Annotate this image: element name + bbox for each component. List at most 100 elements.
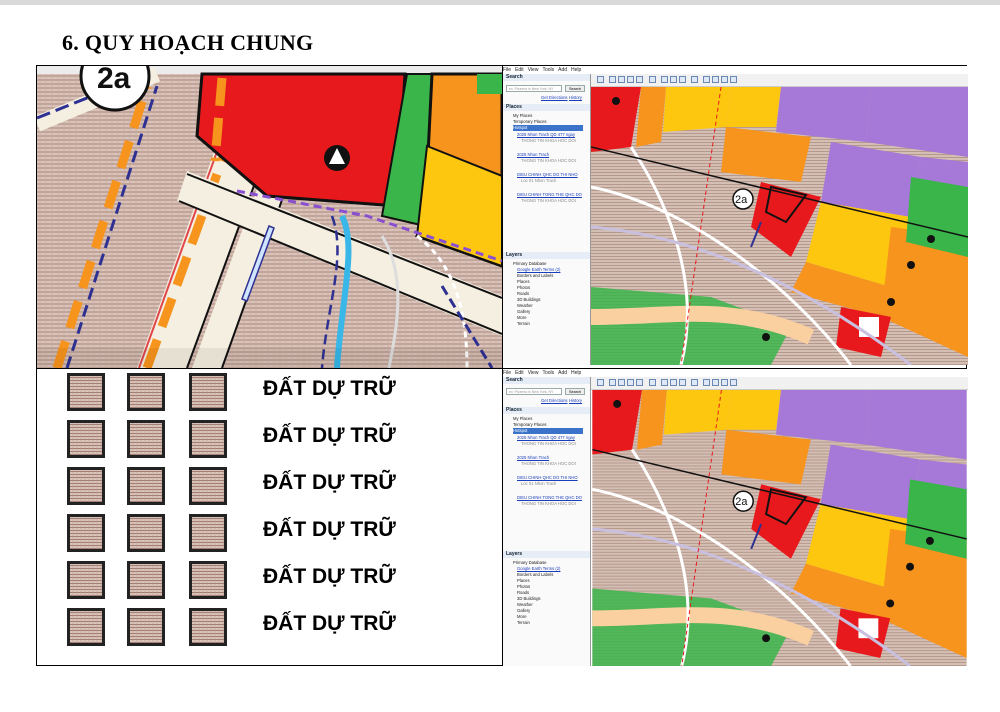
path-icon[interactable] xyxy=(627,76,634,83)
search-header[interactable]: Search xyxy=(503,74,590,81)
menu-edit[interactable]: Edit xyxy=(515,370,524,376)
reserve-land-swatch xyxy=(67,514,105,552)
menu-view[interactable]: View xyxy=(528,67,539,73)
save-image-icon[interactable] xyxy=(721,379,728,386)
zone-label: 2a xyxy=(97,66,131,95)
places-item[interactable]: Loc 01 Nhon Trach xyxy=(521,481,556,487)
search-button[interactable]: Search xyxy=(565,388,585,395)
places-item-selected[interactable]: Hotspot xyxy=(513,428,583,434)
polygon-icon[interactable] xyxy=(618,76,625,83)
reserve-land-swatch xyxy=(189,373,227,411)
places-item[interactable]: THONG TIN KHOA HOC DOI xyxy=(521,461,576,467)
historical-imagery-icon[interactable] xyxy=(661,379,668,386)
placemark-icon[interactable] xyxy=(609,76,616,83)
menu-add[interactable]: Add xyxy=(558,370,567,376)
reserve-land-swatch xyxy=(189,420,227,458)
sidebar-toggle-icon[interactable] xyxy=(597,76,604,83)
zoomed-plan-map[interactable]: 2a xyxy=(37,66,502,368)
menu-file[interactable]: File xyxy=(503,370,511,376)
view-in-maps-icon[interactable] xyxy=(730,76,737,83)
top-divider xyxy=(0,0,1000,5)
sun-icon[interactable] xyxy=(670,379,677,386)
places-item[interactable]: Loc 01 Nhon Trach xyxy=(521,178,556,184)
places-item[interactable]: THONG TIN KHOA HOC DOI xyxy=(521,158,576,164)
ruler-icon[interactable] xyxy=(691,379,698,386)
search-button[interactable]: Search xyxy=(565,85,585,92)
menu-edit[interactable]: Edit xyxy=(515,67,524,73)
get-directions-link[interactable]: Get Directions xyxy=(541,95,568,101)
reserve-land-swatch xyxy=(67,561,105,599)
map-zone-label: 2a xyxy=(735,194,748,206)
figure-table: 2a ĐẤT DỰ TRỮ ĐẤT DỰ TRỮ ĐẤT DỰ TRỮ ĐẤT … xyxy=(36,65,968,666)
layer-item[interactable]: Terrain xyxy=(517,321,530,327)
planet-icon[interactable] xyxy=(679,379,686,386)
legend-label: ĐẤT DỰ TRỮ xyxy=(263,424,396,447)
tour-icon[interactable] xyxy=(649,76,656,83)
save-image-icon[interactable] xyxy=(721,76,728,83)
planet-icon[interactable] xyxy=(679,76,686,83)
google-earth-window-bottom: File Edit View Tools Add Help Search ex: Pizz… xyxy=(503,369,968,666)
planning-map-svg: 2a xyxy=(592,390,967,666)
search-input[interactable]: ex: Pizzeria in New York, NY xyxy=(506,388,562,395)
print-icon[interactable] xyxy=(712,379,719,386)
history-link[interactable]: History xyxy=(569,398,582,404)
reserve-land-swatch xyxy=(67,420,105,458)
menu-add[interactable]: Add xyxy=(558,67,567,73)
menu-tools[interactable]: Tools xyxy=(542,370,554,376)
reserve-land-swatch xyxy=(127,420,165,458)
places-item[interactable]: THONG TIN KHOA HOC DOI xyxy=(521,138,576,144)
search-input[interactable]: ex: Pizzeria in New York, NY xyxy=(506,85,562,92)
places-item[interactable]: THONG TIN KHOA HOC DOI xyxy=(521,198,576,204)
legend-panel: ĐẤT DỰ TRỮ ĐẤT DỰ TRỮ ĐẤT DỰ TRỮ ĐẤT DỰ … xyxy=(37,369,502,666)
historical-imagery-icon[interactable] xyxy=(661,76,668,83)
menu-help[interactable]: Help xyxy=(571,370,581,376)
legend-row: ĐẤT DỰ TRỮ xyxy=(37,463,502,509)
legend-row: ĐẤT DỰ TRỮ xyxy=(37,369,502,415)
reserve-land-swatch xyxy=(127,561,165,599)
sidebar: Search ex: Pizzeria in New York, NY Sear… xyxy=(503,74,591,365)
toolbar xyxy=(591,74,968,87)
map-view[interactable]: 2a xyxy=(591,390,968,666)
sun-icon[interactable] xyxy=(670,76,677,83)
reserve-land-swatch xyxy=(127,373,165,411)
view-in-maps-icon[interactable] xyxy=(730,379,737,386)
reserve-land-swatch xyxy=(67,373,105,411)
search-header[interactable]: Search xyxy=(503,377,590,384)
places-item[interactable]: THONG TIN KHOA HOC DOI xyxy=(521,501,576,507)
places-item[interactable]: THONG TIN KHOA HOC DOI xyxy=(521,441,576,447)
places-header[interactable]: Places xyxy=(503,407,590,414)
reserve-land-swatch xyxy=(189,514,227,552)
legend-label: ĐẤT DỰ TRỮ xyxy=(263,565,396,588)
reserve-land-swatch xyxy=(189,608,227,646)
polygon-icon[interactable] xyxy=(618,379,625,386)
overlay-icon[interactable] xyxy=(636,76,643,83)
reserve-land-swatch xyxy=(67,608,105,646)
places-item-selected[interactable]: Hotspot xyxy=(513,125,583,131)
tour-icon[interactable] xyxy=(649,379,656,386)
layer-item[interactable]: Terrain xyxy=(517,620,530,626)
legend-row: ĐẤT DỰ TRỮ xyxy=(37,416,502,462)
print-icon[interactable] xyxy=(712,76,719,83)
menu-help[interactable]: Help xyxy=(571,67,581,73)
ruler-icon[interactable] xyxy=(691,76,698,83)
layers-header[interactable]: Layers xyxy=(503,551,590,558)
get-directions-link[interactable]: Get Directions xyxy=(541,398,568,404)
legend-row: ĐẤT DỰ TRỮ xyxy=(37,510,502,556)
menu-file[interactable]: File xyxy=(503,67,511,73)
email-icon[interactable] xyxy=(703,379,710,386)
overlay-icon[interactable] xyxy=(636,379,643,386)
layers-header[interactable]: Layers xyxy=(503,252,590,259)
path-icon[interactable] xyxy=(627,379,634,386)
menu-view[interactable]: View xyxy=(528,370,539,376)
email-icon[interactable] xyxy=(703,76,710,83)
history-link[interactable]: History xyxy=(569,95,582,101)
placemark-icon[interactable] xyxy=(609,379,616,386)
legend-label: ĐẤT DỰ TRỮ xyxy=(263,471,396,494)
map-view[interactable]: 2a xyxy=(591,87,968,365)
legend-row: ĐẤT DỰ TRỮ xyxy=(37,604,502,650)
planning-map-svg: 2a xyxy=(591,87,968,365)
menu-tools[interactable]: Tools xyxy=(542,67,554,73)
legend-label: ĐẤT DỰ TRỮ xyxy=(263,377,396,400)
places-header[interactable]: Places xyxy=(503,104,590,111)
sidebar-toggle-icon[interactable] xyxy=(597,379,604,386)
